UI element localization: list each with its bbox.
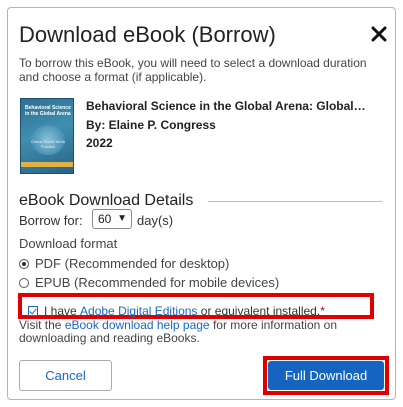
consent-row[interactable]: I have Adobe Digital Editions or equival…: [28, 304, 325, 318]
cover-bar: [21, 162, 73, 167]
chevron-down-icon: ▼: [117, 213, 127, 224]
cover-title: Behavioral Science in the Global Arena: [25, 105, 71, 117]
format-option-pdf[interactable]: PDF (Recommended for desktop): [19, 256, 229, 271]
book-cover: Behavioral Science in the Global Arena G…: [20, 98, 74, 174]
help-text: Visit the eBook download help page for m…: [19, 319, 379, 345]
cancel-button[interactable]: Cancel: [19, 360, 112, 391]
book-year: 2022: [86, 136, 113, 150]
format-option-epub[interactable]: EPUB (Recommended for mobile devices): [19, 275, 279, 290]
dialog-title: Download eBook (Borrow): [19, 22, 276, 47]
book-title: Behavioral Science in the Global Arena: …: [86, 99, 366, 113]
dialog-intro: To borrow this eBook, you will need to s…: [19, 56, 367, 84]
format-label: Download format: [19, 236, 118, 251]
borrow-duration-value: 60: [98, 212, 112, 226]
section-divider: [208, 201, 382, 202]
consent-prefix: I have: [44, 304, 81, 318]
radio-epub[interactable]: [19, 277, 29, 288]
help-page-link[interactable]: eBook download help page: [65, 318, 210, 332]
section-heading: eBook Download Details: [19, 192, 194, 209]
adobe-digital-editions-link[interactable]: Adobe Digital Editions: [80, 304, 197, 318]
cover-subtitle: Global Social Work Practice: [31, 139, 65, 149]
radio-pdf[interactable]: [19, 258, 29, 269]
borrow-duration-select[interactable]: 60 ▼: [92, 209, 132, 229]
book-author: By: Elaine P. Congress: [86, 118, 216, 132]
format-option-label: EPUB (Recommended for mobile devices): [35, 275, 280, 290]
close-icon[interactable]: [370, 25, 388, 43]
consent-suffix: or equivalent installed.: [197, 304, 321, 318]
required-mark: *: [320, 304, 325, 318]
format-option-label: PDF (Recommended for desktop): [35, 256, 230, 271]
borrow-unit: day(s): [137, 213, 174, 228]
borrow-label: Borrow for:: [19, 213, 83, 228]
full-download-button[interactable]: Full Download: [268, 361, 384, 390]
consent-checkbox[interactable]: [28, 306, 38, 316]
help-prefix: Visit the: [19, 318, 65, 332]
